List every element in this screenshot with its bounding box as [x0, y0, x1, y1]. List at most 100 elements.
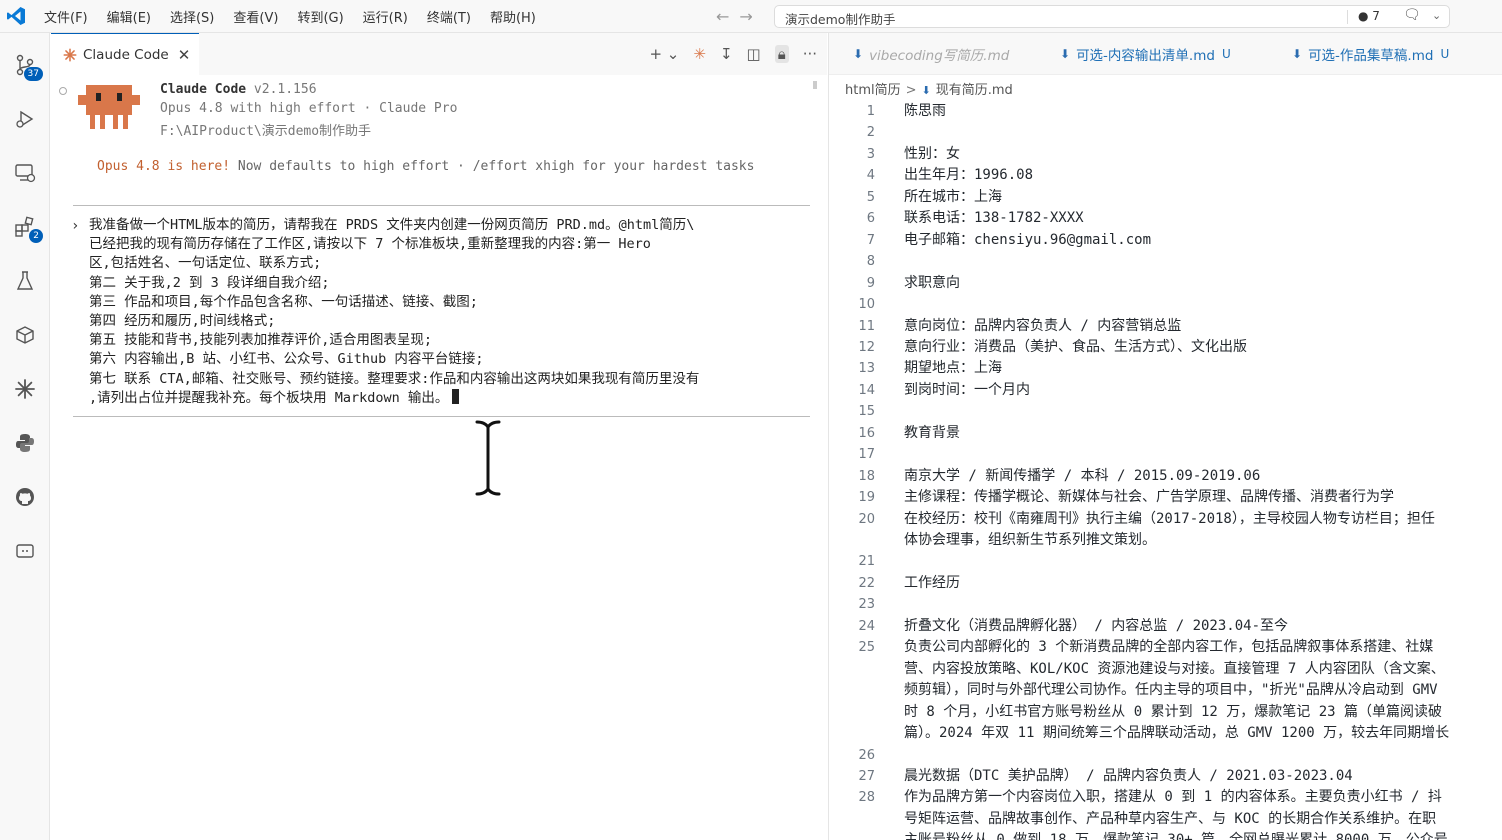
editor-line[interactable]: 10	[829, 294, 1502, 315]
right-tab-bar: ⬇ vibecoding写简历.md ⬇ 可选-内容输出清单.md U ⬇ 可选…	[829, 33, 1502, 75]
line-text: 营、内容投放策略、KOL/KOC 资源池建设与对接。直接管理 7 人内容团队（含…	[904, 660, 1445, 677]
editor-line[interactable]: 19 主修课程：传播学概论、新媒体与社会、广告学原理、品牌传播、消费者行为学	[829, 487, 1502, 508]
tab-portfolio-draft[interactable]: ⬇ 可选-作品集草稿.md U	[1292, 33, 1449, 75]
line-number: 11	[858, 318, 875, 334]
line-text: 在校经历：校刊《南雍周刊》执行主编（2017-2018），主导校园人物专访栏目；…	[904, 510, 1435, 527]
editor-line[interactable]: 篇）。2024 年双 11 期间统筹三个品牌联动活动，总 GMV 1200 万，…	[829, 723, 1502, 744]
editor-line[interactable]: 2	[829, 122, 1502, 143]
menu-go[interactable]: 转到(G)	[297, 7, 343, 26]
editor-line[interactable]: 21	[829, 551, 1502, 572]
editor-line[interactable]: 7 电子邮箱：chensiyu.96@gmail.com	[829, 230, 1502, 251]
lock-icon[interactable]: 🔒︎	[774, 45, 789, 63]
line-number: 22	[858, 575, 875, 591]
line-text: 意向岗位：品牌内容负责人 / 内容营销总监	[904, 317, 1182, 334]
prompt-chevron-icon: ›	[71, 218, 80, 234]
line-number: 8	[866, 254, 875, 270]
editor-line[interactable]: 频剪辑），同时与外部代理公司协作。任内主导的项目中，"折光"品牌从冷启动到 GM…	[829, 680, 1502, 701]
editor-line[interactable]: 23	[829, 594, 1502, 615]
editor-line[interactable]: 15	[829, 401, 1502, 422]
editor-line[interactable]: 14 到岗时间：一个月内	[829, 380, 1502, 401]
line-text: 联系电话：138-1782-XXXX	[904, 210, 1084, 227]
run-debug-icon[interactable]	[11, 105, 39, 133]
menu-help[interactable]: 帮助(H)	[490, 7, 536, 26]
line-text: 作为品牌方第一个内容岗位入职，搭建从 0 到 1 的内容体系。主要负责小红书 /…	[904, 789, 1442, 806]
editor-line[interactable]: 8	[829, 251, 1502, 272]
editor-line[interactable]: 4 出生年月：1996.08	[829, 165, 1502, 186]
add-icon[interactable]: + ⌄	[649, 45, 679, 63]
editor-line[interactable]: 营、内容投放策略、KOL/KOC 资源池建设与对接。直接管理 7 人内容团队（含…	[829, 659, 1502, 680]
editor-line[interactable]: 28 作为品牌方第一个内容岗位入职，搭建从 0 到 1 的内容体系。主要负责小红书…	[829, 787, 1502, 808]
line-number: 7	[866, 232, 875, 248]
command-center[interactable]: 演示demo制作助手 ● 7 🗨 ⌄	[774, 5, 1450, 28]
editor-line[interactable]: 主账号粉丝从 0 做到 18 万，爆款笔记 30+ 篇，全网总曝光累计 8000…	[829, 830, 1502, 840]
line-number: 25	[858, 640, 875, 656]
editor-line[interactable]: 9 求职意向	[829, 273, 1502, 294]
remote-explorer-icon[interactable]	[11, 159, 39, 187]
editor-line[interactable]: 体协会理事，组织新生节系列推文策划。	[829, 530, 1502, 551]
split-editor-icon[interactable]: ◫	[747, 45, 761, 63]
line-number: 24	[858, 618, 875, 634]
claude-spark-icon[interactable]: ✳	[693, 45, 706, 63]
menu-terminal[interactable]: 终端(T)	[427, 7, 471, 26]
code-editor[interactable]: 1 陈思雨 2 3 性别：女 4 出生年月：1996.08 5 所在城市：上海 6 联系电话：138…	[829, 101, 1502, 840]
chevron-down-icon[interactable]: ⌄	[1432, 9, 1441, 22]
line-text: 到岗时间：一个月内	[904, 381, 1030, 398]
markdown-editor-group: ⬇ vibecoding写简历.md ⬇ 可选-内容输出清单.md U ⬇ 可选…	[828, 33, 1502, 840]
line-number: 13	[858, 361, 875, 377]
extensions-icon[interactable]: 2	[11, 213, 43, 243]
menu-view[interactable]: 查看(V)	[233, 7, 278, 26]
editor-line[interactable]: 27 晨光数据（DTC 美护品牌） / 品牌内容负责人 / 2021.03-202…	[829, 766, 1502, 787]
menu-run[interactable]: 运行(R)	[363, 7, 408, 26]
editor-line[interactable]: 26	[829, 745, 1502, 766]
menu-file[interactable]: 文件(F)	[44, 7, 88, 26]
ibeam-cursor-icon	[474, 419, 502, 497]
editor-line[interactable]: 24 折叠文化（消费品牌孵化器） / 内容总监 / 2023.04-至今	[829, 616, 1502, 637]
github-icon[interactable]	[11, 483, 39, 511]
editor-line[interactable]: 17	[829, 444, 1502, 465]
editor-line[interactable]: 25 负责公司内部孵化的 3 个新消费品牌的全部内容工作，包括品牌叙事体系搭建、社…	[829, 637, 1502, 658]
editor-line[interactable]: 6 联系电话：138-1782-XXXX	[829, 208, 1502, 229]
editor-line[interactable]: 13 期望地点：上海	[829, 358, 1502, 379]
vscode-logo-icon[interactable]	[6, 6, 26, 26]
close-icon[interactable]: ✕	[178, 46, 191, 64]
source-control-icon[interactable]: 37	[11, 51, 43, 81]
scrollbar-thumb[interactable]	[813, 81, 817, 89]
more-actions-icon[interactable]: ···	[803, 45, 817, 63]
editor-line[interactable]: 1 陈思雨	[829, 101, 1502, 122]
problems-count[interactable]: ● 7	[1358, 9, 1380, 23]
editor-line[interactable]: 11 意向岗位：品牌内容负责人 / 内容营销总监	[829, 316, 1502, 337]
editor-line[interactable]: 22 工作经历	[829, 573, 1502, 594]
back-arrow-icon[interactable]: ←	[716, 7, 739, 26]
python-icon[interactable]	[11, 429, 39, 457]
editor-line[interactable]: 号矩阵运营、品牌故事创作、产品种草内容生产、与 KOC 的长期合作关系维护。在职	[829, 809, 1502, 830]
line-number: 26	[858, 747, 875, 763]
containers-icon[interactable]	[11, 321, 39, 349]
menu-edit[interactable]: 编辑(E)	[107, 7, 151, 26]
prompt-line: 已经把我的现有简历存储在了工作区,请按以下 7 个标准板块,重新整理我的内容:第…	[89, 236, 651, 253]
tab-content-output[interactable]: ⬇ 可选-内容输出清单.md U	[1060, 33, 1231, 75]
line-text: 出生年月：1996.08	[904, 167, 1034, 184]
tab-claude-code[interactable]: Claude Code ✕	[51, 33, 199, 75]
claude-chat-panel: Claude Code v2.1.156 Opus 4.8 with high …	[51, 75, 827, 840]
editor-line[interactable]: 时 8 个月，小红书官方账号粉丝从 0 累计到 12 万，爆款笔记 23 篇（单…	[829, 702, 1502, 723]
breadcrumb-folder[interactable]: html简历	[845, 83, 901, 98]
editor-line[interactable]: 18 南京大学 / 新闻传播学 / 本科 / 2015.09-2019.06	[829, 466, 1502, 487]
editor-line[interactable]: 20 在校经历：校刊《南雍周刊》执行主编（2017-2018），主导校园人物专访栏…	[829, 509, 1502, 530]
testing-flask-icon[interactable]	[11, 267, 39, 295]
editor-line[interactable]: 16 教育背景	[829, 423, 1502, 444]
tab-vibecoding[interactable]: ⬇ vibecoding写简历.md	[853, 33, 1009, 75]
breadcrumb-file[interactable]: 现有简历.md	[936, 83, 1013, 98]
text-cursor-icon[interactable]: ↧	[720, 45, 733, 63]
menu-selection[interactable]: 选择(S)	[170, 7, 214, 26]
line-text: 工作经历	[904, 574, 960, 591]
editor-toolbar: + ⌄ ✳ ↧ ◫ 🔒︎ ···	[635, 45, 817, 63]
editor-line[interactable]: 5 所在城市：上海	[829, 187, 1502, 208]
prompt-input[interactable]: 我准备做一个HTML版本的简历，请帮我在 PRDS 文件夹内创建一份网页简历 P…	[89, 216, 799, 408]
claude-spark-icon[interactable]	[11, 375, 39, 403]
terminal-panel-icon[interactable]	[11, 537, 39, 565]
chat-icon[interactable]: 🗨	[1403, 7, 1421, 23]
editor-line[interactable]: 3 性别：女	[829, 144, 1502, 165]
forward-arrow-icon[interactable]: →	[739, 7, 762, 26]
line-text: 频剪辑），同时与外部代理公司协作。任内主导的项目中，"折光"品牌从冷启动到 GM…	[904, 682, 1438, 699]
editor-line[interactable]: 12 意向行业：消费品（美护、食品、生活方式）、文化出版	[829, 337, 1502, 358]
